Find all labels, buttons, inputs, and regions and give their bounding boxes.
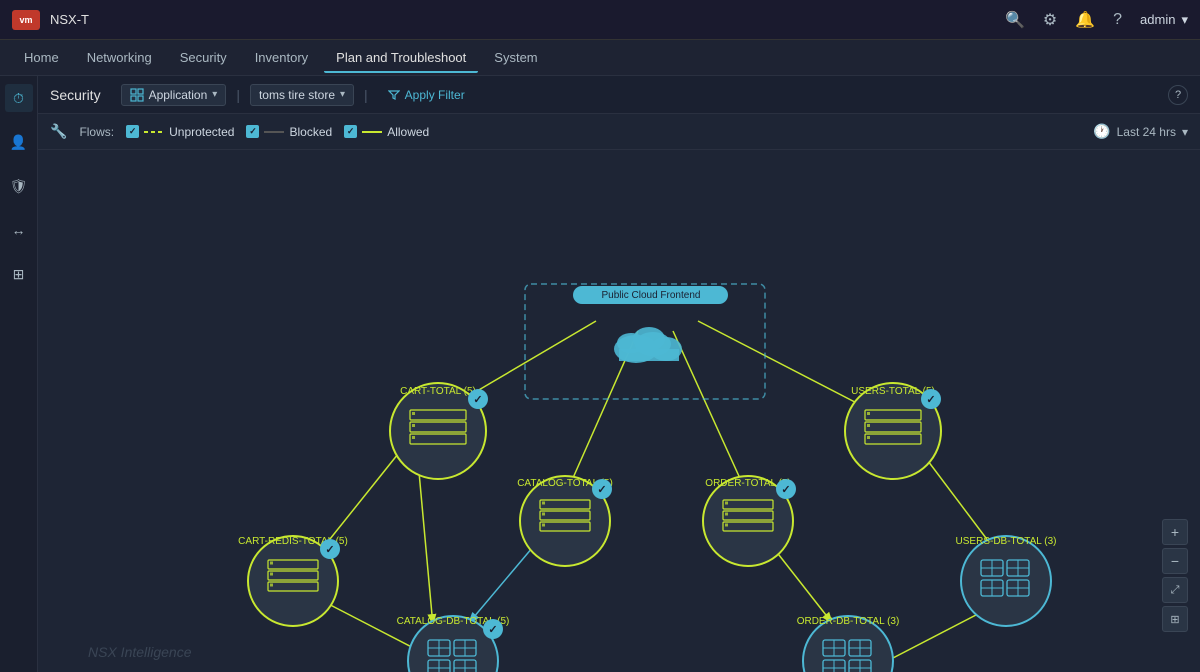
fit-button[interactable]: ⤢ xyxy=(1162,577,1188,603)
top-bar: vm NSX-T 🔍 ⚙ 🔔 ? admin ▾ xyxy=(0,0,1200,40)
toolbar: 🔧 Flows: Unprotected Blocked Allowed xyxy=(38,114,1200,150)
top-bar-icons: 🔍 ⚙ 🔔 ? admin ▾ xyxy=(1005,10,1188,30)
svg-text:✓: ✓ xyxy=(488,624,497,636)
blocked-line xyxy=(264,131,284,133)
panel-header: Security Application ▾ | toms tire store… xyxy=(38,76,1200,114)
allowed-checkbox[interactable] xyxy=(344,125,357,138)
zoom-controls: + − ⤢ ⊞ xyxy=(1162,519,1188,632)
content-area: ⏱ 👤 🛡 ↔ ⊞ Security Application ▾ | toms … xyxy=(0,76,1200,672)
filter-separator: | xyxy=(236,87,240,103)
nav-home[interactable]: Home xyxy=(12,44,71,71)
topology-diagram: Public Cloud Frontend CART-TOTAL (5) xyxy=(38,150,1200,672)
svg-text:USERS-DB-TOTAL (3): USERS-DB-TOTAL (3) xyxy=(956,536,1057,547)
svg-text:✓: ✓ xyxy=(325,544,334,556)
store-filter[interactable]: toms tire store ▾ xyxy=(250,84,354,106)
vm-logo: vm xyxy=(12,10,40,30)
sidebar-icon-grid[interactable]: ⊞ xyxy=(5,260,33,288)
nav-networking[interactable]: Networking xyxy=(75,44,164,71)
blocked-label: Blocked xyxy=(289,125,332,139)
svg-text:✓: ✓ xyxy=(473,394,482,406)
flow-blocked[interactable]: Blocked xyxy=(246,125,332,139)
zoom-out-button[interactable]: − xyxy=(1162,548,1188,574)
search-icon[interactable]: 🔍 xyxy=(1005,10,1025,30)
admin-label: admin xyxy=(1140,12,1175,27)
allowed-line xyxy=(362,131,382,133)
svg-text:✓: ✓ xyxy=(926,394,935,406)
diagram-area: Public Cloud Frontend CART-TOTAL (5) xyxy=(38,150,1200,672)
settings-icon[interactable]: ⚙ xyxy=(1043,10,1057,30)
blocked-checkbox[interactable] xyxy=(246,125,259,138)
help-icon[interactable]: ? xyxy=(1113,11,1122,29)
app-title: NSX-T xyxy=(50,12,89,27)
unprotected-checkbox[interactable] xyxy=(126,125,139,138)
store-filter-label: toms tire store xyxy=(259,88,335,102)
sidebar-icon-user[interactable]: 👤 xyxy=(5,128,33,156)
application-filter-label: Application xyxy=(149,88,208,102)
nav-inventory[interactable]: Inventory xyxy=(243,44,320,71)
apply-filter-button[interactable]: Apply Filter xyxy=(378,85,475,105)
unprotected-line xyxy=(144,131,164,133)
time-label: Last 24 hrs xyxy=(1117,125,1176,139)
toolbar-left: 🔧 Flows: Unprotected Blocked Allowed xyxy=(50,123,429,140)
sidebar-icon-clock[interactable]: ⏱ xyxy=(5,84,33,112)
svg-text:ORDER-DB-TOTAL (3): ORDER-DB-TOTAL (3) xyxy=(797,616,900,627)
sidebar-icon-shield[interactable]: 🛡 xyxy=(5,172,33,200)
wrench-icon[interactable]: 🔧 xyxy=(50,123,67,140)
nav-system[interactable]: System xyxy=(482,44,549,71)
admin-chevron: ▾ xyxy=(1181,12,1188,28)
nav-plan-troubleshoot[interactable]: Plan and Troubleshoot xyxy=(324,44,478,73)
clock-icon: 🕐 xyxy=(1093,123,1110,140)
panel-help-button[interactable]: ? xyxy=(1168,85,1188,105)
unprotected-label: Unprotected xyxy=(169,125,234,139)
svg-text:CART-TOTAL (5): CART-TOTAL (5) xyxy=(400,386,476,397)
zoom-in-button[interactable]: + xyxy=(1162,519,1188,545)
filter-icon xyxy=(388,89,400,101)
watermark: NSX Intelligence xyxy=(88,644,192,660)
allowed-label: Allowed xyxy=(387,125,429,139)
reset-button[interactable]: ⊞ xyxy=(1162,606,1188,632)
svg-text:✓: ✓ xyxy=(597,484,606,496)
filter-separator-2: | xyxy=(364,87,368,103)
sidebar-icon-arrow[interactable]: ↔ xyxy=(5,216,33,244)
app-filter-icon xyxy=(130,88,144,102)
store-filter-chevron: ▾ xyxy=(340,89,345,100)
left-sidebar: ⏱ 👤 🛡 ↔ ⊞ xyxy=(0,76,38,672)
nav-security[interactable]: Security xyxy=(168,44,239,71)
flow-unprotected[interactable]: Unprotected xyxy=(126,125,234,139)
main-panel: Security Application ▾ | toms tire store… xyxy=(38,76,1200,672)
admin-menu[interactable]: admin ▾ xyxy=(1140,12,1188,28)
main-nav: Home Networking Security Inventory Plan … xyxy=(0,40,1200,76)
panel-title: Security xyxy=(50,87,101,103)
flow-allowed[interactable]: Allowed xyxy=(344,125,429,139)
svg-text:Public Cloud Frontend: Public Cloud Frontend xyxy=(602,290,701,301)
application-filter-chevron: ▾ xyxy=(212,89,217,100)
time-chevron[interactable]: ▾ xyxy=(1182,125,1188,139)
svg-text:✓: ✓ xyxy=(781,484,790,496)
toolbar-right: 🕐 Last 24 hrs ▾ xyxy=(1093,123,1188,140)
flows-label: Flows: xyxy=(79,125,114,139)
application-filter[interactable]: Application ▾ xyxy=(121,84,227,106)
bell-icon[interactable]: 🔔 xyxy=(1075,10,1095,30)
